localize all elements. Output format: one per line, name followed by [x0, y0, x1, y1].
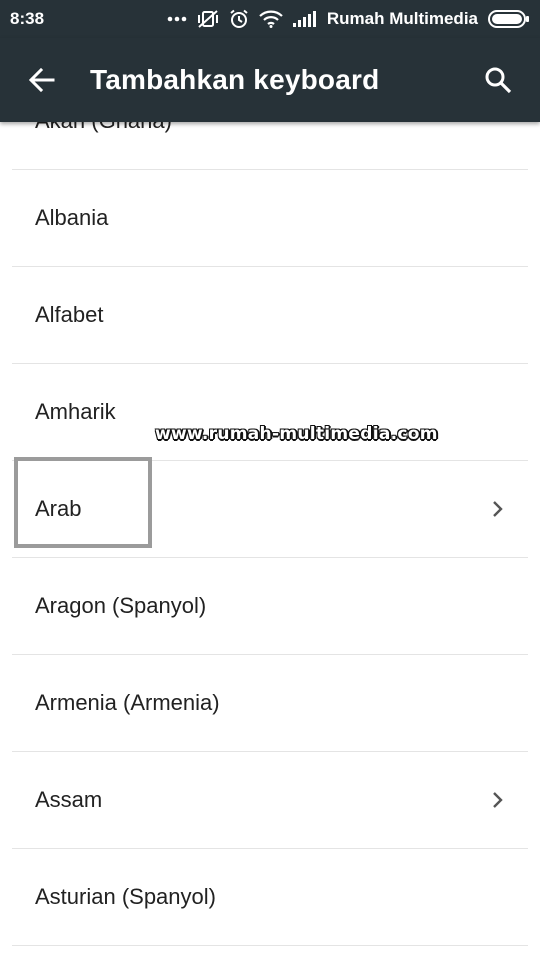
battery-icon	[488, 10, 530, 28]
wifi-icon	[259, 10, 283, 28]
language-item[interactable]: Albania	[12, 170, 528, 267]
language-item[interactable]: Arab	[12, 461, 528, 558]
back-button[interactable]	[20, 58, 64, 102]
language-item[interactable]: Armenia (Armenia)	[12, 655, 528, 752]
language-label: Alfabet	[35, 302, 104, 327]
language-label: Armenia (Armenia)	[35, 690, 220, 715]
language-item[interactable]: Amharik	[12, 364, 528, 461]
more-dots-icon	[167, 16, 187, 22]
app-bar: Tambahkan keyboard	[0, 38, 540, 122]
arrow-back-icon	[29, 68, 55, 92]
language-label: Amharik	[35, 399, 116, 424]
search-icon	[485, 67, 512, 94]
status-icons: Rumah Multimedia	[167, 9, 530, 29]
chevron-right-icon	[492, 500, 504, 518]
status-bar: 8:38 Rumah Multimedia	[0, 0, 540, 38]
status-time: 8:38	[10, 9, 45, 28]
language-label: Albania	[35, 205, 109, 230]
watermark: www.rumah-multimedia.com	[155, 424, 438, 444]
language-item[interactable]: Aragon (Spanyol)	[12, 558, 528, 655]
language-list-items: Akan (Ghana) Albania Alfabet Amharik Arab Ara…	[0, 122, 540, 946]
language-item[interactable]: Assam	[12, 752, 528, 849]
language-label: Arab	[35, 496, 82, 521]
page-title: Tambahkan keyboard	[90, 64, 380, 95]
vibrate-off-icon	[197, 9, 219, 29]
carrier-name: Rumah Multimedia	[326, 9, 478, 28]
chevron-right-icon	[492, 791, 504, 809]
language-item[interactable]: Akan (Ghana)	[12, 122, 528, 170]
language-label: Aragon (Spanyol)	[35, 593, 207, 618]
language-label: Asturian (Spanyol)	[35, 884, 216, 909]
search-button[interactable]	[476, 58, 520, 102]
language-list[interactable]: Akan (Ghana) Albania Alfabet Amharik Arab Ara…	[0, 122, 540, 960]
language-label: Assam	[35, 787, 103, 812]
alarm-icon	[229, 9, 249, 29]
language-label: Akan (Ghana)	[35, 122, 172, 134]
language-item[interactable]: Alfabet	[12, 267, 528, 364]
signal-icon	[292, 11, 317, 27]
language-item[interactable]: Asturian (Spanyol)	[12, 849, 528, 946]
